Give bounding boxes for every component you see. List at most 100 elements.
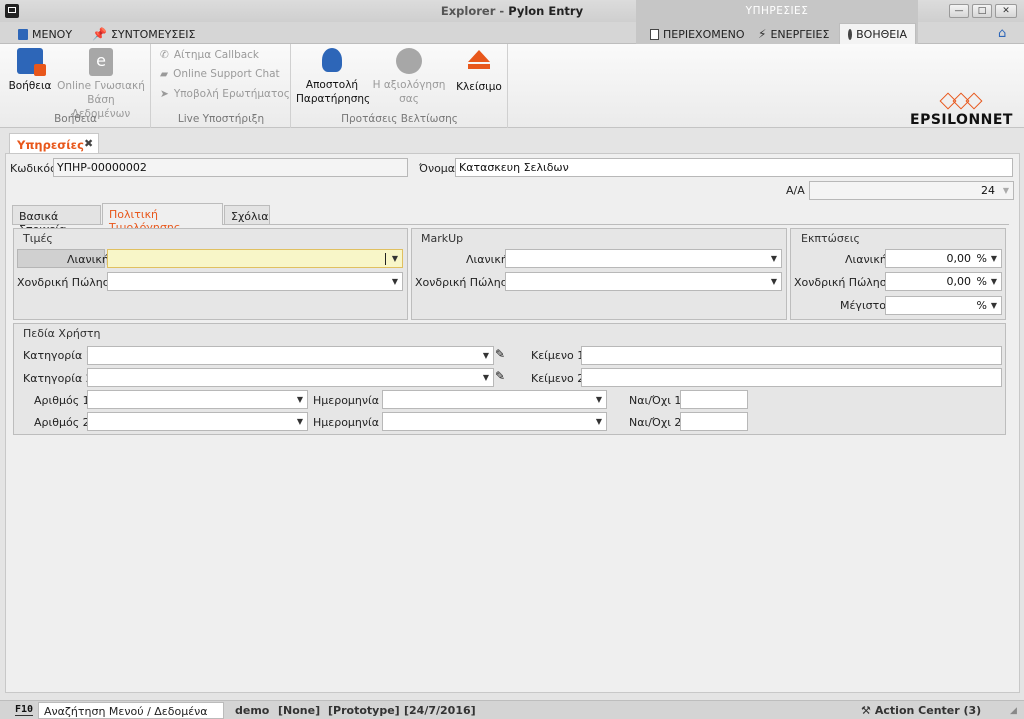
- yesno2-field[interactable]: [680, 412, 748, 431]
- chevron-down-icon: ▼: [595, 417, 602, 426]
- home-icon[interactable]: ⌂: [998, 26, 1006, 41]
- discount-retail-label: Λιανική: [845, 253, 887, 266]
- pin-icon: 📌: [92, 27, 107, 41]
- resize-grip-icon[interactable]: ◢: [1010, 706, 1017, 716]
- markup-retail-field[interactable]: ▼: [505, 249, 782, 268]
- help-group-label: Βοήθεια: [54, 113, 97, 125]
- maximize-button[interactable]: □: [972, 4, 992, 18]
- category1-label: Κατηγορία 1: [23, 349, 93, 362]
- status-date: [24/7/2016]: [404, 704, 476, 717]
- percent-unit: %: [976, 299, 987, 312]
- discount-wholesale-field[interactable]: 0,00% ▼: [885, 272, 1002, 291]
- logo-icon: [939, 92, 983, 110]
- shortcuts-label: ΣΥΝΤΟΜΕΥΣΕΙΣ: [110, 27, 196, 41]
- text1-field[interactable]: [581, 346, 1002, 365]
- percent-unit: %: [976, 252, 987, 265]
- action-center-label: Action Center (3): [874, 704, 982, 717]
- category2-field[interactable]: ▼: [87, 368, 494, 387]
- window-title: Explorer - Pylon Entry: [440, 4, 584, 18]
- chevron-down-icon: ▼: [1002, 186, 1009, 195]
- send-icon: ➤: [160, 88, 169, 100]
- tab-help-label: ΒΟΗΘΕΙΑ: [856, 27, 907, 41]
- document-icon: [650, 28, 659, 40]
- number1-field[interactable]: ▼: [87, 390, 308, 409]
- text2-field[interactable]: [581, 368, 1002, 387]
- tab-help[interactable]: ΒΟΗΘΕΙΑ: [839, 23, 916, 44]
- tab-services[interactable]: Υπηρεσίες ✖: [9, 133, 99, 154]
- category2-label: Κατηγορία 2: [23, 372, 93, 385]
- code-field[interactable]: ΥΠΗΡ-00000002: [53, 158, 408, 177]
- wholesale-price-field[interactable]: ▼: [107, 272, 403, 291]
- prices-title: Τιμές: [23, 232, 53, 245]
- date2-field[interactable]: ▼: [382, 412, 607, 431]
- menu-button[interactable]: ΜΕΝΟΥ: [18, 26, 72, 42]
- callback-label: Αίτημα Callback: [173, 49, 260, 61]
- tab-basic-info[interactable]: Βασικά Στοιχεία: [12, 205, 101, 236]
- chat-icon: ▰: [160, 68, 169, 80]
- chevron-down-icon: ▼: [770, 277, 777, 286]
- suggestions-group-label: Προτάσεις Βελτίωσης: [341, 113, 458, 125]
- markup-wholesale-label: Χονδρική Πώληση: [415, 276, 515, 289]
- retail-price-field[interactable]: ▼: [107, 249, 403, 268]
- menu-search-input[interactable]: Αναζήτηση Μενού / Δεδομένα: [38, 702, 224, 719]
- close-window-button[interactable]: ✕: [995, 4, 1017, 18]
- rate-label-1: Η αξιολόγηση: [372, 79, 446, 91]
- send-feedback-label-1: Αποστολή: [305, 79, 359, 91]
- category1-field[interactable]: ▼: [87, 346, 494, 365]
- tab-pricing-policy[interactable]: Πολιτική Τιμολόγησης: [102, 203, 223, 234]
- shortcuts-button[interactable]: 📌 ΣΥΝΤΟΜΕΥΣΕΙΣ: [92, 26, 195, 42]
- gauge-icon: [396, 48, 422, 74]
- help-circle-icon: [848, 28, 853, 40]
- chevron-down-icon: ▼: [990, 277, 997, 286]
- edit-pencil-icon[interactable]: ✎: [495, 369, 505, 383]
- minimize-button[interactable]: —: [949, 4, 969, 18]
- aa-value: 24: [981, 184, 995, 197]
- name-field[interactable]: Κατασκευη Σελιδων: [455, 158, 1013, 177]
- date1-field[interactable]: ▼: [382, 390, 607, 409]
- user-fields-title: Πεδία Χρήστη: [23, 327, 101, 340]
- chevron-down-icon: ▼: [391, 277, 398, 286]
- close-ribbon-button[interactable]: Κλείσιμο: [454, 48, 504, 94]
- aa-label: Α/Α: [786, 184, 805, 197]
- chevron-down-icon: ▼: [770, 254, 777, 263]
- chevron-down-icon: ▼: [482, 373, 489, 382]
- discount-max-field[interactable]: % ▼: [885, 296, 1002, 315]
- wholesale-price-label: Χονδρική Πώληση: [17, 276, 117, 289]
- send-feedback-button[interactable]: Αποστολή Παρατήρησης: [296, 48, 371, 106]
- discounts-title: Εκπτώσεις: [801, 232, 860, 245]
- send-feedback-label-2: Παρατήρησης: [296, 93, 371, 105]
- tab-comments[interactable]: Σχόλια: [224, 205, 270, 225]
- close-icon[interactable]: ✖: [84, 137, 93, 150]
- aa-field[interactable]: 24 ▼: [809, 181, 1014, 200]
- knowledge-base-label-1: Online Γνωσιακή: [57, 80, 145, 92]
- tab-services-label: Υπηρεσίες: [17, 138, 84, 152]
- discount-retail-field[interactable]: 0,00% ▼: [885, 249, 1002, 268]
- tab-content[interactable]: ΠΕΡΙΕΧΟΜΕΝΟ: [650, 26, 745, 42]
- yesno1-field[interactable]: [680, 390, 748, 409]
- chevron-down-icon: ▼: [391, 254, 398, 263]
- edit-pencil-icon[interactable]: ✎: [495, 347, 505, 361]
- text-cursor: [385, 253, 386, 265]
- chevron-down-icon: ▼: [990, 301, 997, 310]
- callback-button[interactable]: ✆ Αίτημα Callback: [160, 49, 259, 61]
- submit-question-label: Υποβολή Ερωτήματος: [173, 88, 290, 100]
- book-icon: [18, 28, 28, 40]
- help-book-icon: [17, 48, 46, 76]
- chat-button[interactable]: ▰ Online Support Chat: [160, 68, 280, 80]
- tab-actions[interactable]: ⚡ ΕΝΕΡΓΕΙΕΣ: [758, 26, 829, 42]
- brand-logo: EPSILONNET: [910, 112, 1013, 128]
- date1-label: Ημερομηνία 1: [313, 394, 390, 407]
- discount-wholesale-label: Χονδρική Πώληση: [794, 276, 894, 289]
- markup-wholesale-field[interactable]: ▼: [505, 272, 782, 291]
- knowledge-base-button[interactable]: e Online Γνωσιακή Βάση Δεδομένων: [57, 48, 145, 121]
- submit-question-button[interactable]: ➤ Υποβολή Ερωτήματος: [160, 88, 290, 100]
- phone-icon: ✆: [160, 49, 169, 61]
- number2-field[interactable]: ▼: [87, 412, 308, 431]
- help-button[interactable]: Βοήθεια: [8, 48, 52, 93]
- rate-button[interactable]: Η αξιολόγηση σας: [372, 48, 446, 106]
- eject-icon: [468, 50, 490, 62]
- code-label: Κωδικός: [10, 162, 57, 175]
- markup-retail-label: Λιανική: [466, 253, 508, 266]
- text1-label: Κείμενο 1: [531, 349, 585, 362]
- action-center-button[interactable]: ⚒ Action Center (3): [861, 704, 981, 717]
